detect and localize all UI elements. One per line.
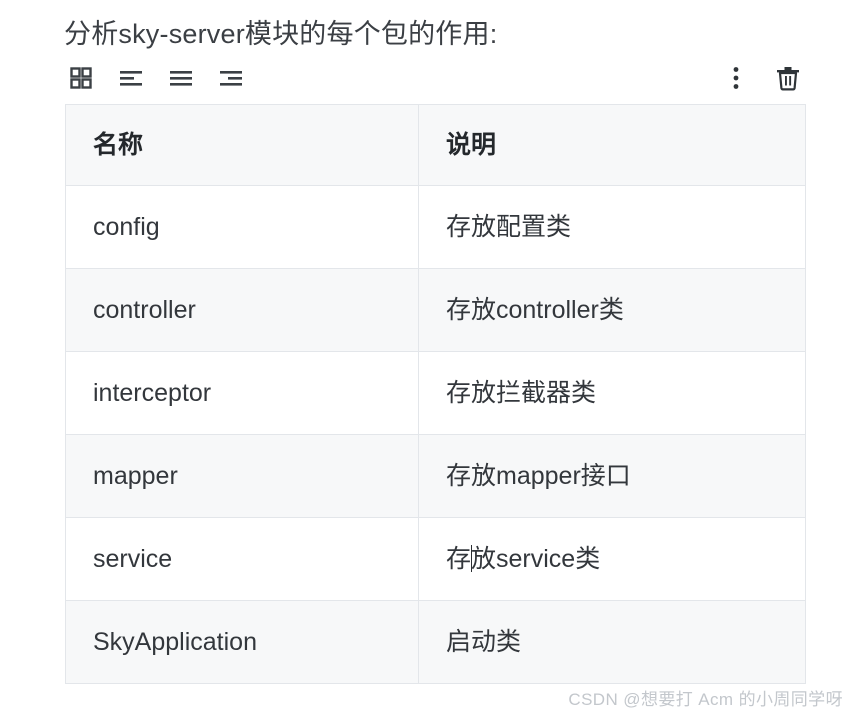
cell-package-name[interactable]: config [65,185,419,269]
cell-package-name[interactable]: service [65,517,419,601]
table-toolbar [64,62,805,98]
more-vertical-icon[interactable] [719,62,753,94]
document-page: 分析sky-server模块的每个包的作用: 名称 说明 config 存放配置… [0,0,861,717]
table-body: config 存放配置类 controller 存放controller类 in… [65,185,806,684]
cell-package-name[interactable]: mapper [65,434,419,518]
cell-package-description[interactable]: 启动类 [418,600,806,684]
page-title: 分析sky-server模块的每个包的作用: [64,19,498,49]
column-header-name: 名称 [65,104,419,186]
table-row[interactable]: mapper 存放mapper接口 [65,434,806,518]
cell-package-description[interactable]: 存放配置类 [418,185,806,269]
package-table-container: 名称 说明 config 存放配置类 controller 存放controll… [65,104,806,684]
table-row[interactable]: controller 存放controller类 [65,268,806,352]
cell-package-description[interactable]: 存放拦截器类 [418,351,806,435]
table-row[interactable]: service 存放service类 [65,517,806,601]
table-header-row: 名称 说明 [65,104,806,186]
align-right-icon[interactable] [214,62,248,94]
table-row[interactable]: interceptor 存放拦截器类 [65,351,806,435]
cell-package-name[interactable]: SkyApplication [65,600,419,684]
align-left-icon[interactable] [114,62,148,94]
cell-package-description[interactable]: 存放controller类 [418,268,806,352]
align-justify-icon[interactable] [164,62,198,94]
table-row[interactable]: SkyApplication 启动类 [65,600,806,684]
trash-icon[interactable] [771,62,805,94]
cell-package-name[interactable]: interceptor [65,351,419,435]
table-header: 名称 说明 [65,104,806,186]
column-header-description: 说明 [418,104,806,186]
watermark: CSDN @想要打 Acm 的小周同学呀 [568,690,843,709]
grid-icon[interactable] [64,62,98,94]
cell-package-name[interactable]: controller [65,268,419,352]
cell-package-description-editing[interactable]: 存放service类 [418,517,806,601]
cell-text-after-caret: 放service类 [471,545,601,573]
toolbar-left-group [64,62,248,94]
table-row[interactable]: config 存放配置类 [65,185,806,269]
toolbar-right-group [719,62,805,94]
cell-text-before-caret: 存 [446,545,472,573]
cell-package-description[interactable]: 存放mapper接口 [418,434,806,518]
package-table: 名称 说明 config 存放配置类 controller 存放controll… [65,104,806,684]
